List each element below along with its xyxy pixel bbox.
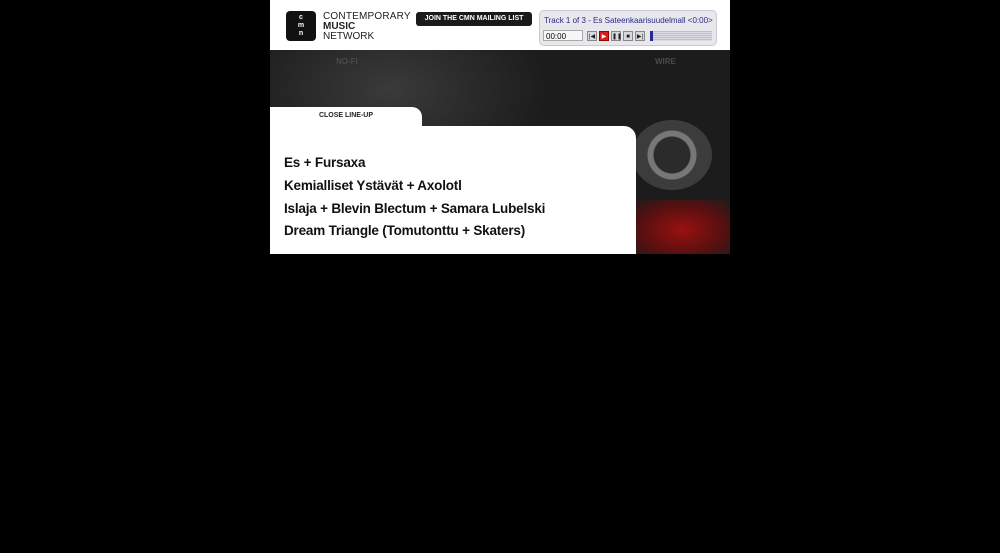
track-title: Track 1 of 3 - Es Sateenkaarisuudelmall …: [544, 16, 713, 25]
lineup-item: Kemialliset Ystävät + Axolotl: [284, 178, 462, 193]
close-lineup-button[interactable]: CLOSE LINE-UP: [270, 107, 422, 126]
lineup-item: Dream Triangle (Tomutonttu + Skaters): [284, 223, 526, 238]
brand-name: CONTEMPORARY MUSIC NETWORK: [323, 12, 411, 42]
music-player: Track 1 of 3 - Es Sateenkaarisuudelmall …: [539, 10, 717, 46]
volume-track: [654, 31, 712, 41]
next-icon[interactable]: ▶|: [635, 31, 645, 41]
lineup-panel: Es + Fursaxa Kemialliset Ystävät + Axolo…: [270, 126, 636, 254]
lineup-item: Es + Fursaxa: [284, 155, 366, 170]
join-mailing-list-button[interactable]: JOIN THE CMN MAILING LIST: [416, 12, 532, 26]
cmn-logo[interactable]: cmn: [286, 11, 316, 41]
site-frame: cmn CONTEMPORARY MUSIC NETWORK JOIN THE …: [270, 0, 730, 254]
volume-fill: [650, 31, 654, 41]
previous-icon[interactable]: |◀: [587, 31, 597, 41]
red-artwork: [632, 200, 730, 254]
pause-icon[interactable]: ❚❚: [611, 31, 622, 41]
brand-line-3: NETWORK: [323, 31, 375, 42]
volume-slider[interactable]: [650, 31, 712, 41]
play-icon[interactable]: ▶: [599, 31, 609, 41]
eye-artwork: [632, 120, 712, 190]
site-header: cmn CONTEMPORARY MUSIC NETWORK JOIN THE …: [270, 0, 730, 50]
sponsor-logo-wire: WIRE: [655, 57, 676, 66]
time-display: 00:00: [543, 30, 583, 41]
stop-icon[interactable]: ■: [623, 31, 633, 41]
logo-glyph: cmn: [297, 14, 305, 37]
lineup-item: Islaja + Blevin Blectum + Samara Lubelsk…: [284, 201, 546, 216]
sponsor-logo-nofi: NO-FI: [336, 57, 358, 66]
